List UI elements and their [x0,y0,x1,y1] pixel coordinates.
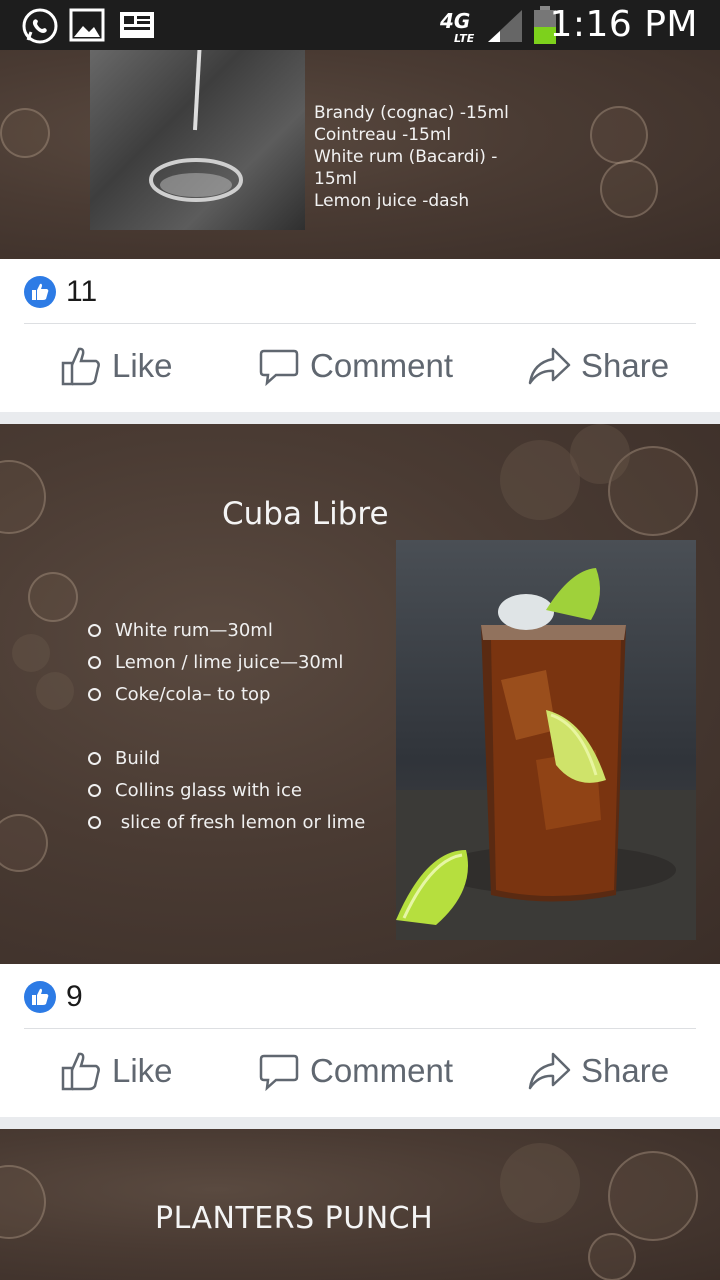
method-text: Collins glass with ice [115,779,302,801]
share-button[interactable]: Share [527,1050,669,1092]
ingredient-line: 15ml [314,169,357,189]
method-text: slice of fresh lemon or lime [115,811,366,833]
like-reaction-icon [24,981,56,1013]
divider [24,1028,696,1029]
share-icon [528,347,571,385]
bullet-icon [88,751,101,765]
comment-label: Comment [310,1052,454,1089]
post-image-3[interactable]: PLANTERS PUNCH [0,1129,720,1280]
bullet-icon [88,815,101,829]
like-count: 9 [66,980,83,1013]
ingredient-line: Cointreau -15ml [314,125,452,145]
post2-actions: Like Comment Share [0,1032,720,1112]
list-item: White rum—30ml [88,614,343,646]
network-indicator: 4G LTE [440,11,475,48]
like-label: Like [112,1052,173,1089]
post-image-2[interactable]: Cuba Libre White rum—30ml Lemon / lime j… [0,424,720,964]
list-item: Build [88,742,365,774]
comment-button[interactable]: Comment [258,1050,453,1092]
comment-icon [259,1054,299,1092]
bullet-icon [88,623,101,637]
slide-title: Cuba Libre [222,496,389,532]
share-label: Share [581,1052,670,1089]
bullet-icon [88,655,101,669]
post2-reactions[interactable]: 9 [24,980,83,1014]
method-list: Build Collins glass with ice slice of fr… [88,742,365,838]
like-label: Like [112,347,173,384]
ingredient-text: White rum—30ml [115,619,273,641]
list-item: Collins glass with ice [88,774,365,806]
post1-footer: 11 Like Comment Share [0,259,720,412]
comment-button[interactable]: Comment [258,345,453,387]
ingredient-list: White rum—30ml Lemon / lime juice—30ml C… [88,614,343,710]
list-item: Lemon / lime juice—30ml [88,646,343,678]
glass-photo [90,50,305,230]
post1-ingredients: Brandy (cognac) -15ml Cointreau -15ml Wh… [314,102,509,212]
ingredient-text: Coke/cola– to top [115,683,271,705]
ingredient-line: White rum (Bacardi) - [314,147,498,167]
comment-label: Comment [310,347,454,384]
status-time: 1:16 PM [549,4,698,45]
signal-icon [486,8,524,48]
divider [24,323,696,324]
news-icon [118,6,156,48]
method-text: Build [115,747,161,769]
bullet-icon [88,783,101,797]
thumbs-up-icon [61,347,100,386]
post-image-1[interactable]: Brandy (cognac) -15ml Cointreau -15ml Wh… [0,50,720,259]
ingredient-text: Lemon / lime juice—30ml [115,651,344,673]
bullet-icon [88,687,101,701]
network-sub-label: LTE [454,32,475,45]
post1-reactions[interactable]: 11 [24,275,97,309]
like-count: 11 [66,275,98,308]
list-item: slice of fresh lemon or lime [88,806,365,838]
post2-footer: 9 Like Comment Share [0,964,720,1117]
thumbs-up-icon [61,1052,100,1091]
cuba-libre-photo [396,540,696,940]
gallery-icon [68,6,106,48]
whatsapp-icon [20,6,60,50]
share-icon [528,1052,571,1090]
post1-actions: Like Comment Share [0,327,720,407]
like-button[interactable]: Like [60,1050,173,1092]
status-bar: 4G LTE 1:16 PM [0,0,720,50]
slide-title: PLANTERS PUNCH [155,1201,434,1236]
like-button[interactable]: Like [60,345,173,387]
share-label: Share [581,347,670,384]
comment-icon [259,349,299,387]
list-item: Coke/cola– to top [88,678,343,710]
like-reaction-icon [24,276,56,308]
share-button[interactable]: Share [527,345,669,387]
ingredient-line: Brandy (cognac) -15ml [314,103,509,123]
ingredient-line: Lemon juice -dash [314,191,470,211]
